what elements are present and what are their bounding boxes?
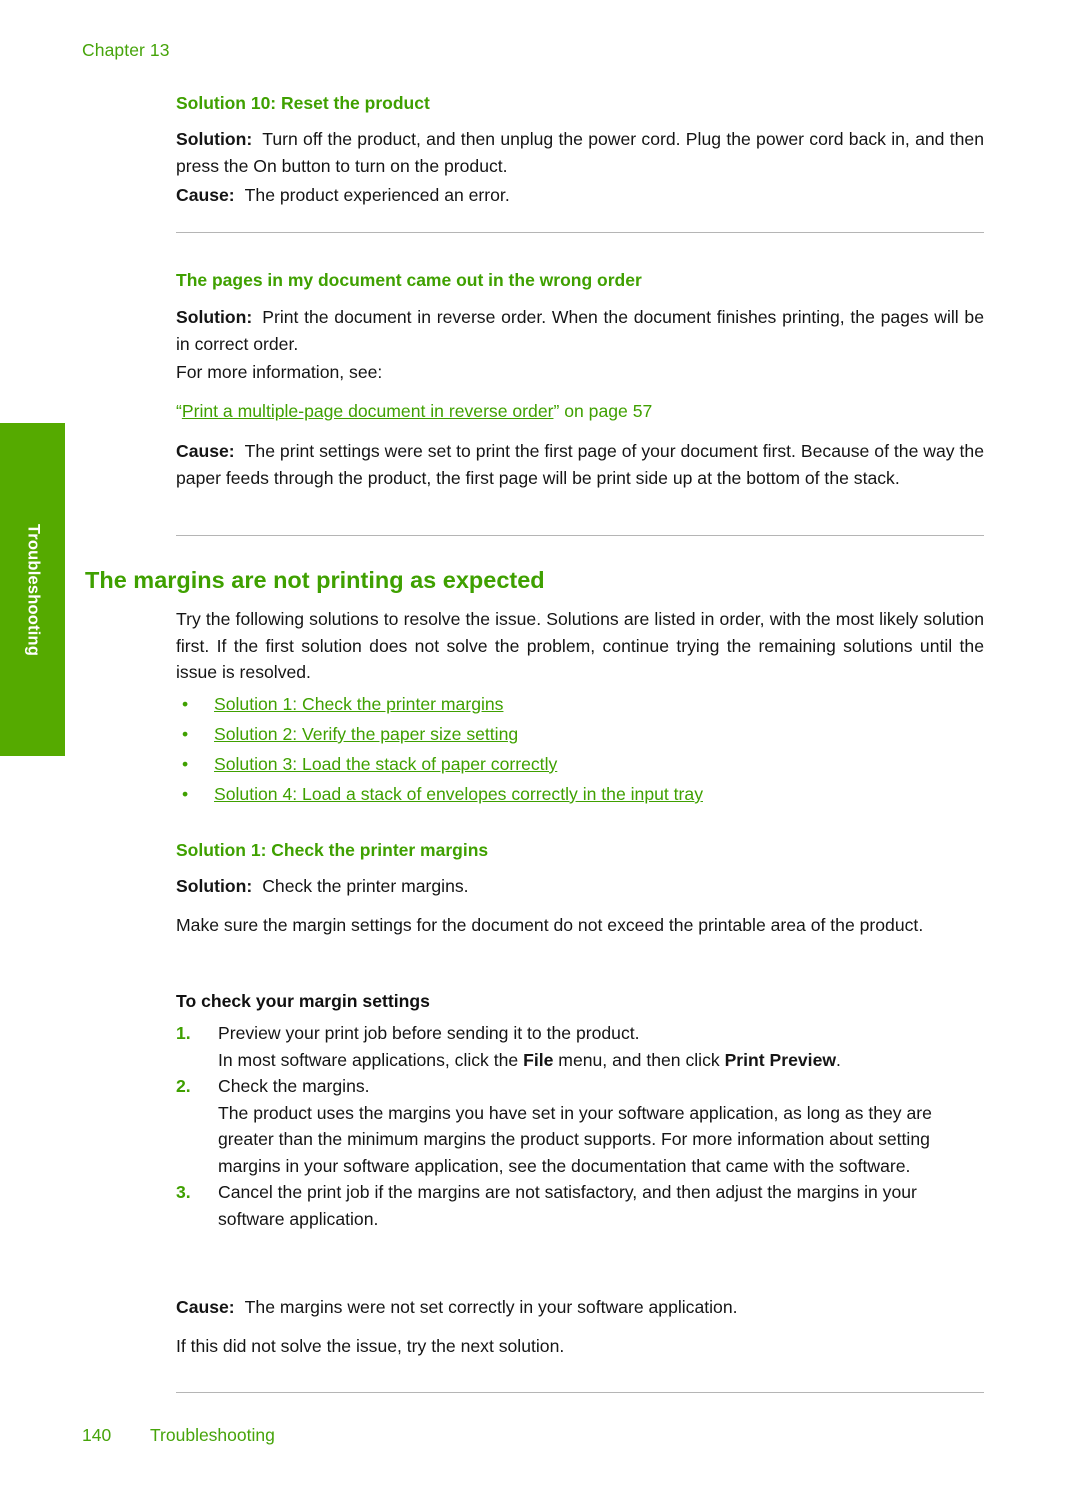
heading-solution-1: Solution 1: Check the printer margins	[176, 840, 489, 860]
cross-reference-line: “Print a multiple-page document in rever…	[176, 398, 984, 425]
list-item-step-3: 3. Cancel the print job if the margins a…	[176, 1179, 984, 1232]
bullet-icon: •	[182, 694, 189, 714]
section-divider-3	[176, 1392, 984, 1393]
solution-text: Print the document in reverse order. Whe…	[176, 307, 984, 354]
cause-label: Cause:	[176, 1297, 235, 1317]
step-text: Check the margins.	[218, 1076, 370, 1096]
solution-1-solution-paragraph: Solution: Check the printer margins.	[176, 873, 984, 900]
list-item-step-2: 2. Check the margins. The product uses t…	[176, 1073, 984, 1179]
step-number: 1.	[176, 1023, 191, 1043]
menu-name-file: File	[523, 1049, 554, 1070]
margins-intro-paragraph: Try the following solutions to resolve t…	[176, 609, 984, 682]
more-information-text: For more information, see:	[176, 362, 383, 382]
solution-1-body-paragraph: Make sure the margin settings for the do…	[176, 915, 924, 935]
step-number: 3.	[176, 1182, 191, 1202]
footer-section-name: Troubleshooting	[150, 1425, 275, 1445]
solution-label: Solution:	[176, 876, 253, 896]
wrong-order-cause-paragraph: Cause: The print settings were set to pri…	[176, 438, 984, 491]
list-item[interactable]: • Solution 2: Verify the paper size sett…	[176, 719, 984, 749]
step-sub-suffix: .	[836, 1049, 841, 1070]
step-text: Preview your print job before sending it…	[218, 1023, 640, 1043]
side-tab-troubleshooting: Troubleshooting	[0, 423, 65, 756]
solution-10-solution-paragraph: Solution: Turn off the product, and then …	[176, 126, 984, 179]
link-solution-3[interactable]: Solution 3: Load the stack of paper corr…	[214, 754, 557, 774]
cause-text: The margins were not set correctly in yo…	[244, 1297, 738, 1317]
solution-text: Turn off the product, and then unplug th…	[176, 129, 984, 176]
solution-10-cause-paragraph: Cause: The product experienced an error.	[176, 182, 984, 209]
section-divider-2	[176, 535, 984, 536]
side-tab-label: Troubleshooting	[24, 523, 42, 656]
step-sub-prefix: In most software applications, click the	[218, 1049, 524, 1070]
cause-text: The product experienced an error.	[244, 185, 510, 205]
link-solution-1[interactable]: Solution 1: Check the printer margins	[214, 694, 503, 714]
step-sub-text: In most software applications, click the…	[218, 1047, 984, 1074]
wrong-order-solution-paragraph: Solution: Print the document in reverse o…	[176, 304, 984, 357]
solution-links-list: • Solution 1: Check the printer margins …	[176, 689, 984, 809]
xref-page-suffix: ” on page 57	[553, 401, 653, 421]
cause-label: Cause:	[176, 185, 235, 205]
step-sub-text: The product uses the margins you have se…	[218, 1102, 932, 1176]
list-item[interactable]: • Solution 1: Check the printer margins	[176, 689, 984, 719]
section-divider-1	[176, 232, 984, 233]
next-solution-text: If this did not solve the issue, try the…	[176, 1336, 565, 1356]
document-page: Chapter 13 Troubleshooting Solution 10: …	[0, 0, 1080, 1495]
procedure-steps-list: 1. Preview your print job before sending…	[176, 1020, 984, 1232]
link-solution-4[interactable]: Solution 4: Load a stack of envelopes co…	[214, 784, 703, 804]
xref-link[interactable]: Print a multiple-page document in revers…	[182, 401, 554, 421]
bullet-icon: •	[182, 754, 189, 774]
chapter-header: Chapter 13	[82, 40, 170, 60]
menu-name-print-preview: Print Preview	[724, 1049, 837, 1070]
list-item[interactable]: • Solution 4: Load a stack of envelopes …	[176, 779, 984, 809]
solution-label: Solution:	[176, 129, 253, 149]
list-item-step-1: 1. Preview your print job before sending…	[176, 1020, 984, 1073]
heading-margins-section: The margins are not printing as expected	[85, 567, 545, 593]
bullet-icon: •	[182, 784, 189, 804]
heading-solution-10: Solution 10: Reset the product	[176, 93, 430, 113]
list-item[interactable]: • Solution 3: Load the stack of paper co…	[176, 749, 984, 779]
step-number: 2.	[176, 1076, 191, 1096]
step-sub-mid: menu, and then click	[553, 1049, 725, 1070]
cause-text: The print settings were set to print the…	[176, 441, 984, 488]
page-footer: 140 Troubleshooting	[82, 1425, 275, 1446]
footer-page-number: 140	[82, 1425, 112, 1445]
cause-label: Cause:	[176, 441, 235, 461]
procedure-heading: To check your margin settings	[176, 991, 430, 1011]
bullet-icon: •	[182, 724, 189, 744]
solution-text: Check the printer margins.	[262, 876, 469, 896]
solution-label: Solution:	[176, 307, 253, 327]
heading-wrong-order: The pages in my document came out in the…	[176, 270, 642, 290]
link-solution-2[interactable]: Solution 2: Verify the paper size settin…	[214, 724, 518, 744]
solution-1-cause-paragraph: Cause: The margins were not set correctly…	[176, 1294, 984, 1321]
step-text: Cancel the print job if the margins are …	[218, 1182, 917, 1229]
